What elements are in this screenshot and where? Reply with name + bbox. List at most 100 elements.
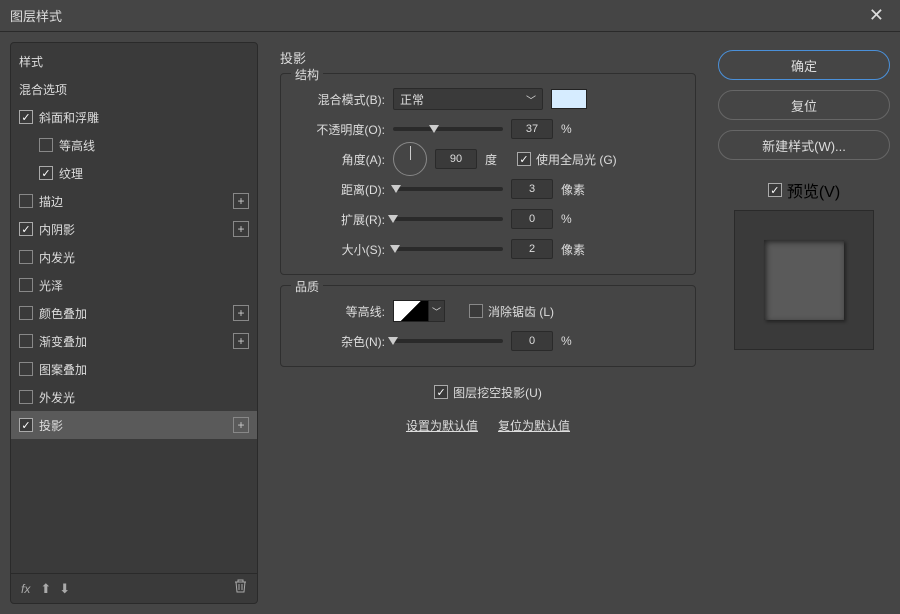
checkbox-icon[interactable] [39,138,53,152]
checkbox-icon[interactable] [39,166,53,180]
new-style-button[interactable]: 新建样式(W)... [718,130,890,160]
antialias-label: 消除锯齿 (L) [488,303,554,320]
checkbox-icon [434,385,448,399]
checkbox-icon[interactable] [19,306,33,320]
add-instance-icon[interactable]: + [233,193,249,209]
effect-label: 内阴影 [39,221,75,238]
blend-mode-select[interactable]: 正常 ﹀ [393,88,543,110]
checkbox-icon [517,152,531,166]
effect-label: 纹理 [59,165,83,182]
checkbox-icon[interactable] [19,278,33,292]
move-down-icon[interactable]: ⬇ [59,581,70,597]
checkbox-icon[interactable] [19,250,33,264]
opacity-input[interactable] [511,119,553,139]
add-instance-icon[interactable]: + [233,305,249,321]
dialog-content: 样式 混合选项 斜面和浮雕等高线纹理描边 + 内阴影 + 内发光光泽颜色叠加 + 渐变叠加 +… [0,32,900,614]
effect-row[interactable]: 描边 + [11,187,257,215]
effect-row[interactable]: 光泽 [11,271,257,299]
checkbox-icon[interactable] [19,110,33,124]
contour-picker[interactable]: ﹀ [393,300,445,322]
global-light-label: 使用全局光 (G) [536,151,617,168]
antialias-checkbox[interactable]: 消除锯齿 (L) [469,303,554,320]
spread-slider[interactable] [393,217,503,221]
effect-row[interactable]: 内阴影 + [11,215,257,243]
effect-label: 光泽 [39,277,63,294]
blend-options-header[interactable]: 混合选项 [11,75,257,103]
quality-legend: 品质 [291,278,323,295]
spread-unit: % [561,212,585,226]
checkbox-icon[interactable] [19,418,33,432]
ok-button[interactable]: 确定 [718,50,890,80]
effect-label: 等高线 [59,137,95,154]
checkbox-icon[interactable] [19,334,33,348]
noise-label: 杂色(N): [295,333,385,350]
noise-slider[interactable] [393,339,503,343]
global-light-checkbox[interactable]: 使用全局光 (G) [517,151,617,168]
make-default-button[interactable]: 设置为默认值 [402,415,482,436]
distance-slider[interactable] [393,187,503,191]
blend-mode-label: 混合模式(B): [295,91,385,108]
preview-swatch [764,240,844,320]
actions-panel: 确定 复位 新建样式(W)... 预览(V) [718,42,890,604]
checkbox-icon[interactable] [19,390,33,404]
close-icon[interactable]: ✕ [863,3,890,28]
opacity-slider[interactable] [393,127,503,131]
preview-box [734,210,874,350]
settings-panel: 投影 结构 混合模式(B): 正常 ﹀ 不透明度(O): % [268,42,708,604]
chevron-down-icon: ﹀ [526,92,536,107]
angle-label: 角度(A): [295,151,385,168]
styles-header[interactable]: 样式 [11,47,257,75]
reset-default-button[interactable]: 复位为默认值 [494,415,574,436]
effect-label: 内发光 [39,249,75,266]
spread-input[interactable] [511,209,553,229]
dialog-title: 图层样式 [10,6,62,25]
effect-row[interactable]: 图案叠加 [11,355,257,383]
effect-row[interactable]: 渐变叠加 + [11,327,257,355]
angle-input[interactable] [435,149,477,169]
effect-label: 外发光 [39,389,75,406]
quality-group: 品质 等高线: ﹀ 消除锯齿 (L) 杂色(N): [280,285,696,367]
effect-row[interactable]: 等高线 [11,131,257,159]
effect-row[interactable]: 外发光 [11,383,257,411]
layer-style-dialog: 图层样式 ✕ 样式 混合选项 斜面和浮雕等高线纹理描边 + 内阴影 + 内发光光泽颜色叠… [0,0,900,614]
move-up-icon[interactable]: ⬆ [40,581,51,597]
shadow-color-swatch[interactable] [551,89,587,109]
preview-label: 预览(V) [787,178,840,202]
effect-row[interactable]: 内发光 [11,243,257,271]
effect-label: 图案叠加 [39,361,87,378]
fx-icon[interactable]: fx [21,582,30,596]
contour-swatch [393,300,429,322]
effect-row[interactable]: 纹理 [11,159,257,187]
add-instance-icon[interactable]: + [233,221,249,237]
effect-label: 渐变叠加 [39,333,87,350]
noise-input[interactable] [511,331,553,351]
size-input[interactable] [511,239,553,259]
opacity-unit: % [561,122,585,136]
effect-label: 描边 [39,193,63,210]
preview-checkbox[interactable]: 预览(V) [768,178,840,202]
checkbox-icon [469,304,483,318]
checkbox-icon[interactable] [19,194,33,208]
angle-unit: 度 [485,151,509,168]
cancel-button[interactable]: 复位 [718,90,890,120]
structure-group: 结构 混合模式(B): 正常 ﹀ 不透明度(O): % 角度(A) [280,73,696,275]
checkbox-icon[interactable] [19,222,33,236]
size-label: 大小(S): [295,241,385,258]
add-instance-icon[interactable]: + [233,417,249,433]
distance-input[interactable] [511,179,553,199]
angle-dial[interactable] [393,142,427,176]
effects-list-panel: 样式 混合选项 斜面和浮雕等高线纹理描边 + 内阴影 + 内发光光泽颜色叠加 + 渐变叠加 +… [10,42,258,604]
effect-row[interactable]: 颜色叠加 + [11,299,257,327]
knockout-label: 图层挖空投影(U) [453,384,542,401]
add-instance-icon[interactable]: + [233,333,249,349]
effect-row[interactable]: 投影+ [11,411,257,439]
trash-icon[interactable] [234,579,247,598]
effect-row[interactable]: 斜面和浮雕 [11,103,257,131]
section-title: 投影 [280,48,696,67]
effects-footer: fx ⬆ ⬇ [11,573,257,603]
checkbox-icon[interactable] [19,362,33,376]
effects-list: 样式 混合选项 斜面和浮雕等高线纹理描边 + 内阴影 + 内发光光泽颜色叠加 + 渐变叠加 +… [11,43,257,573]
size-slider[interactable] [393,247,503,251]
knockout-checkbox[interactable]: 图层挖空投影(U) [434,384,542,401]
effect-label: 颜色叠加 [39,305,87,322]
